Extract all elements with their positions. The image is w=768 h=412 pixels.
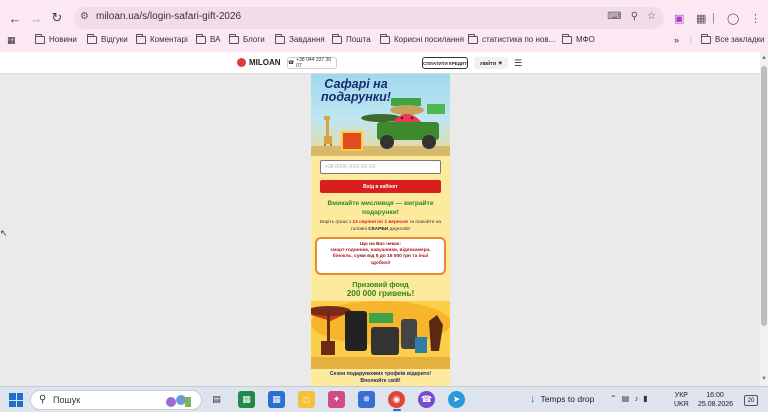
camera-icon	[345, 311, 367, 351]
folder-icon	[701, 33, 711, 44]
hamburger-menu-icon[interactable]: ☰	[514, 58, 522, 69]
profile-icon[interactable]: ◯	[727, 12, 739, 25]
language-indicator[interactable]: УКР UKR	[674, 391, 689, 409]
bookmark-folder[interactable]: Новини	[35, 33, 77, 44]
apps-grid-icon[interactable]: ▦	[7, 35, 16, 46]
bookmark-folder[interactable]: Корисні посилання	[380, 33, 464, 44]
page-viewport: MILOAN ☎ +38 044 337 30 07 СПЛАТИТИ КРЕД…	[0, 52, 760, 386]
bookmark-folder[interactable]: Коментарі	[136, 33, 188, 44]
login-button[interactable]: УВІЙТИ ◉	[474, 57, 508, 69]
user-icon: ◉	[498, 60, 503, 65]
system-tray: ⌃ ▤ ♪ ▮	[610, 394, 648, 403]
back-icon[interactable]: ←	[6, 9, 24, 27]
divider: |	[712, 12, 715, 24]
bookmark-folder[interactable]: Завдання	[275, 33, 325, 44]
viber-icon[interactable]: ☎	[418, 391, 435, 408]
divider: |	[690, 35, 693, 44]
binoculars-icon	[401, 319, 417, 349]
bookmark-folder[interactable]: ВА	[196, 33, 220, 44]
prizes-illustration	[311, 301, 450, 369]
weather-widget[interactable]: ↓ Temps to drop	[530, 393, 594, 405]
address-bar[interactable]: ⚙ miloan.ua/s/login-safari-gift-2026 ⌨ ⚲…	[74, 7, 664, 29]
page-scrollbar[interactable]: ▲ ▼	[760, 52, 768, 386]
phone-input[interactable]: +38 (0XX) XXX-XX-XX	[320, 160, 441, 174]
bookmark-folder[interactable]: Відгуки	[87, 33, 128, 44]
thermometer-icon: ↓	[530, 393, 536, 405]
chevron-up-icon[interactable]: ⌃	[610, 394, 617, 403]
scroll-down-icon[interactable]: ▼	[761, 376, 767, 382]
store-icon[interactable]: ▦	[238, 391, 255, 408]
translate-icon[interactable]: ⌨	[607, 11, 621, 22]
mouse-cursor-icon: ↖	[0, 228, 8, 238]
folder-icon	[87, 33, 97, 44]
file-explorer-icon[interactable]: □	[298, 391, 315, 408]
folder-icon	[332, 33, 342, 44]
telegram-icon[interactable]: ➤	[448, 391, 465, 408]
hero-illustration: Сафарі на подарунки!	[311, 74, 450, 156]
folder-icon	[468, 33, 478, 44]
cabinet-login-button[interactable]: Вхід в кабінет	[320, 180, 441, 193]
pay-credit-button[interactable]: СПЛАТИТИ КРЕДИТ	[422, 57, 468, 69]
folder-icon	[136, 33, 146, 44]
gift-box-icon	[341, 131, 363, 151]
taskbar-search[interactable]: ⚲ Пошук	[30, 390, 202, 410]
bookmark-folder[interactable]: Блоги	[229, 33, 265, 44]
bookmark-folder[interactable]: Пошта	[332, 33, 371, 44]
prize-fund-value: 200 000 гривень!	[346, 289, 415, 298]
folder-icon	[562, 33, 572, 44]
promo-headline: Вмикайте мисливця — виграйте подарунки!	[327, 200, 434, 216]
folder-icon	[380, 33, 390, 44]
volume-icon[interactable]: ♪	[634, 394, 638, 403]
smartwatch-icon	[371, 327, 399, 355]
browser-toolbar: ← → ↻ ⚙ miloan.ua/s/login-safari-gift-20…	[0, 0, 768, 52]
site-info-icon[interactable]: ⚙	[80, 11, 89, 22]
site-logo[interactable]: MILOAN	[237, 58, 281, 67]
folder-icon	[196, 33, 206, 44]
windows-start-icon[interactable]	[9, 393, 23, 407]
prize-fund-label: Призовий фонд	[352, 280, 409, 289]
taskbar-clock[interactable]: 16:00 25.08.2026	[698, 391, 733, 409]
forward-icon[interactable]: →	[27, 9, 45, 27]
site-header: MILOAN ☎ +38 044 337 30 07 СПЛАТИТИ КРЕД…	[0, 52, 760, 74]
folder-icon	[275, 33, 285, 44]
season-text: Сезон подарункових трофеїв відкрито! Впо…	[329, 371, 432, 384]
folder-icon	[35, 33, 45, 44]
bookmark-folder[interactable]: МФО	[562, 33, 595, 44]
zoom-icon[interactable]: ⚲	[631, 11, 638, 22]
phone-button[interactable]: ☎ +38 044 337 30 07	[287, 57, 337, 69]
phone-icon: ☎	[288, 60, 295, 66]
notifications-badge[interactable]: 20	[744, 395, 758, 406]
logo-mark-icon	[237, 58, 246, 67]
scrollbar-thumb[interactable]	[761, 66, 767, 326]
url-text[interactable]: miloan.ua/s/login-safari-gift-2026	[96, 11, 241, 22]
watermelon-jeep-icon	[377, 98, 445, 149]
scroll-up-icon[interactable]: ▲	[761, 55, 767, 61]
network-icon[interactable]: ▤	[622, 394, 630, 403]
active-app-indicator	[393, 409, 401, 411]
bookmark-folder[interactable]: статистика по нов...	[468, 33, 555, 44]
promo-banner: Сафарі на подарунки! +38 (0XX) XXX-XX-XX…	[311, 74, 450, 386]
calculator-icon[interactable]: ▦	[268, 391, 285, 408]
kebab-menu-icon[interactable]: ⋮	[750, 12, 761, 25]
all-bookmarks-folder[interactable]: Все закладки	[701, 33, 764, 44]
search-icon: ⚲	[39, 394, 47, 405]
chrome-icon[interactable]: ◉	[388, 391, 405, 408]
navigation-row: ← → ↻ ⚙ miloan.ua/s/login-safari-gift-20…	[0, 6, 768, 30]
money-icon	[369, 313, 393, 323]
prizes-box: Що на Вас чекає: смарт-годинник, навушни…	[315, 237, 446, 275]
battery-icon[interactable]: ▮	[643, 394, 647, 403]
bookmarks-bar: ▦ Новини Відгуки Коментарі ВА Блоги Завд…	[0, 32, 768, 50]
extensions-puzzle-icon[interactable]: ▦	[696, 12, 706, 25]
windows-taskbar: ⚲ Пошук ▤ ▦ ▦ □ ✦ ✵ ◉ ☎ ➤ ↓ Temps to dro…	[0, 386, 768, 412]
bookmark-star-icon[interactable]: ☆	[647, 11, 656, 22]
copilot-icon[interactable]: ✦	[328, 391, 345, 408]
reload-icon[interactable]: ↻	[48, 9, 66, 27]
promo-rules: Беріть гроші з 13 серпня по 1 вересня та…	[319, 220, 442, 232]
edge-icon[interactable]: ✵	[358, 391, 375, 408]
search-highlight-icon	[166, 395, 191, 407]
extension-icon[interactable]: ▣	[674, 12, 684, 25]
task-view-icon[interactable]: ▤	[208, 391, 225, 408]
more-bookmarks-icon[interactable]: »	[674, 35, 679, 45]
folder-icon	[229, 33, 239, 44]
